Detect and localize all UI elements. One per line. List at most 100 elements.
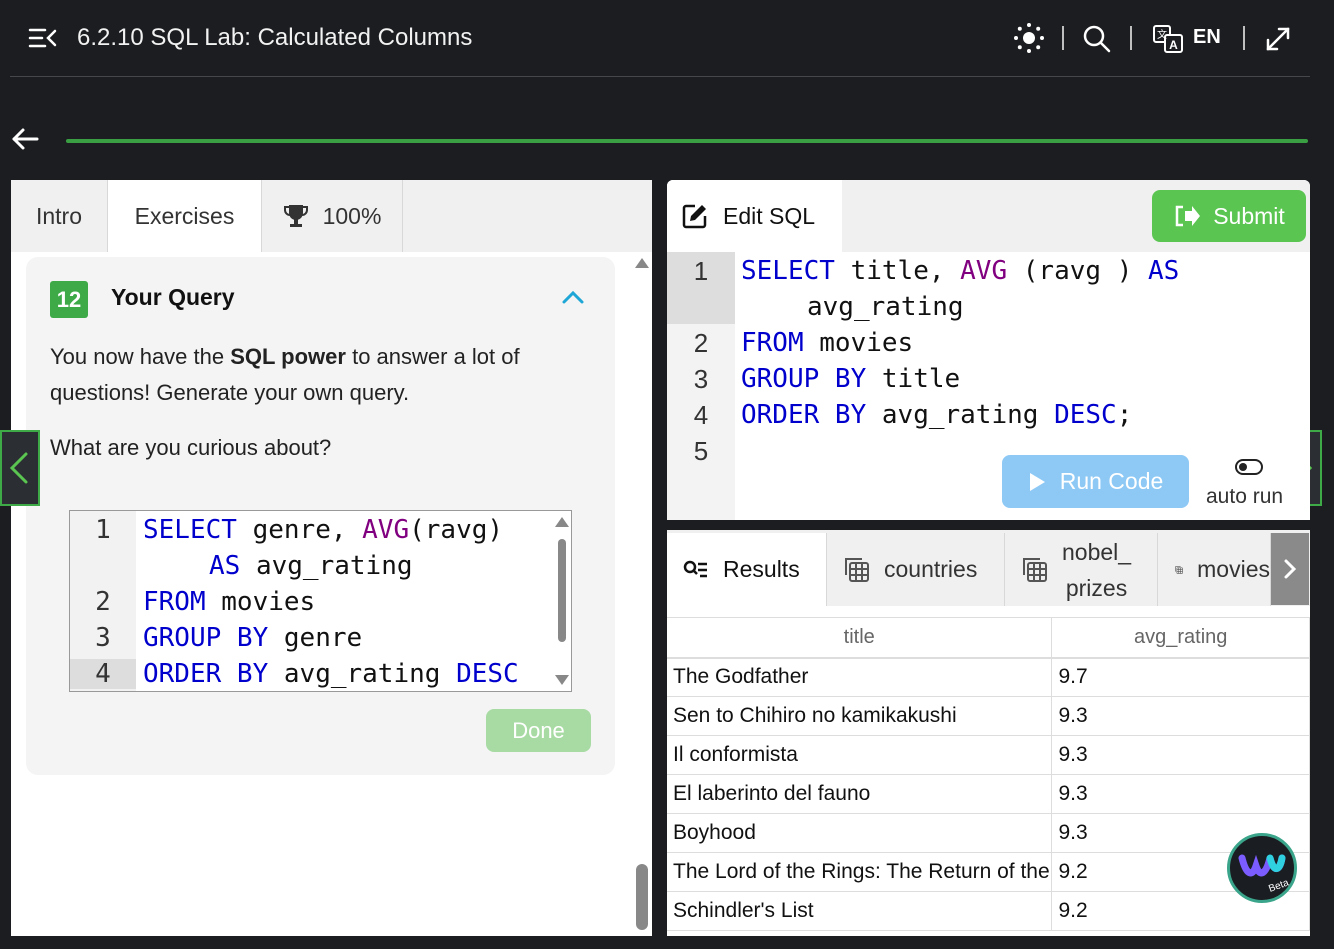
code-text: movies (803, 328, 914, 358)
menu-collapse-icon[interactable] (28, 26, 58, 50)
column-header[interactable]: title (667, 617, 1053, 659)
line-number: 5 (693, 436, 709, 466)
sql-editor-panel: Edit SQL Submit 1 2 3 4 5 SELECT title, … (667, 180, 1310, 520)
tab-edit-sql-label: Edit SQL (723, 202, 816, 229)
keyword: ORDER BY (143, 659, 269, 689)
table-icon (1023, 557, 1047, 582)
keyword: AS (1148, 256, 1180, 286)
table-cell: Il conformista (667, 735, 1053, 775)
column-header[interactable]: avg_rating (1051, 617, 1310, 659)
tab-intro[interactable]: Intro (11, 180, 108, 252)
assistant-beta-button[interactable]: Beta (1227, 833, 1297, 903)
auto-run-toggle[interactable]: auto run (1202, 455, 1302, 515)
tab-countries[interactable]: countries (828, 533, 1005, 606)
tab-results[interactable]: Results (667, 533, 827, 606)
table-cell: 9.3 (1051, 774, 1310, 814)
results-panel: Results countries nobel_ prizes movies t… (667, 530, 1310, 936)
code-line: GROUP BY genre (143, 623, 362, 653)
results-tab-bar: Results countries nobel_ prizes movies (667, 530, 1310, 606)
function: AVG (960, 256, 1008, 286)
instructions-panel: Intro Exercises 100% 12 Your Query You n… (11, 180, 652, 936)
answer-code-editor[interactable]: 1 2 3 4 SELECT genre, AVG(ravg) AS avg_r… (69, 510, 572, 692)
keyword: DESC (1054, 400, 1117, 430)
description-text: You now have the (50, 344, 231, 369)
line-number: 1 (667, 252, 735, 324)
tabs-scroll-right-button[interactable] (1271, 533, 1309, 605)
table-cell: Boyhood (667, 813, 1053, 853)
table-row: Schindler's List 9.2 (667, 891, 1310, 931)
table-cell: 9.3 (1051, 735, 1310, 775)
tab-exercises[interactable]: Exercises (108, 180, 262, 252)
language-label[interactable]: EN (1193, 26, 1221, 49)
done-button[interactable]: Done (486, 709, 591, 752)
tab-movies[interactable]: movies (1159, 533, 1271, 606)
toggle-switch-icon (1235, 459, 1263, 475)
top-bar: 6.2.10 SQL Lab: Calculated Columns A 文 E… (10, 0, 1310, 77)
tab-label-line: nobel_ (1062, 538, 1132, 565)
line-number: 2 (95, 587, 111, 617)
run-code-button[interactable]: Run Code (1002, 455, 1189, 508)
score-label: 100% (322, 202, 382, 229)
line-number: 3 (693, 364, 709, 394)
exercise-question: What are you curious about? (50, 435, 332, 460)
code-line: AS avg_rating (209, 551, 413, 581)
table-cell: Sen to Chihiro no kamikakushi (667, 696, 1053, 736)
translate-icon[interactable]: A 文 (1152, 24, 1184, 54)
code-text: movies (205, 587, 316, 617)
play-icon (1029, 472, 1045, 491)
auto-run-label: auto run (1206, 485, 1284, 508)
tab-results-label: Results (723, 556, 800, 582)
code-line: SELECT title, AVG (ravg ) AS (741, 256, 1179, 286)
fullscreen-icon[interactable] (1264, 25, 1292, 53)
tab-exercises-label: Exercises (134, 202, 235, 229)
table-row: Sen to Chihiro no kamikakushi 9.3 (667, 696, 1310, 736)
code-line: FROM movies (143, 587, 315, 617)
table-cell: The Lord of the Rings: The Return of the… (667, 852, 1053, 892)
exercise-description: You now have the SQL power to answer a l… (50, 339, 600, 411)
code-text: avg_rating (866, 400, 1055, 430)
line-number: 2 (693, 328, 709, 358)
beta-label: Beta (1267, 877, 1291, 895)
code-text: ; (1116, 400, 1133, 430)
tab-edit-sql[interactable]: Edit SQL (667, 180, 842, 252)
description-bold: SQL power (230, 344, 346, 369)
code-text: (ravg) (409, 515, 504, 545)
tab-nobel-prizes-label: nobel_ prizes (1062, 534, 1131, 606)
svg-text:文: 文 (1157, 28, 1167, 41)
edit-icon (682, 204, 707, 229)
submit-label: Submit (1213, 202, 1285, 229)
table-row: El laberinto del fauno 9.3 (667, 774, 1310, 814)
table-cell: Schindler's List (667, 891, 1053, 931)
exercise-number-badge: 12 (50, 281, 88, 318)
query-results-icon (683, 560, 707, 577)
search-icon[interactable] (1082, 24, 1112, 54)
table-row: The Godfather 9.7 (667, 657, 1310, 697)
keyword: FROM (741, 328, 804, 358)
instructions-tabs: Intro Exercises 100% (11, 180, 652, 252)
back-arrow-icon[interactable] (10, 124, 40, 154)
table-icon (1175, 565, 1183, 574)
chevron-up-icon[interactable] (561, 289, 585, 305)
exercise-card: 12 Your Query You now have the SQL power… (26, 257, 615, 775)
panel-scrollbar[interactable] (632, 252, 652, 936)
previous-exercise-button[interactable] (0, 430, 40, 506)
submit-arrow-icon (1175, 205, 1201, 227)
editor-tab-bar: Edit SQL Submit (667, 180, 1310, 252)
tab-movies-label: movies (1197, 556, 1270, 582)
code-line: GROUP BY title (741, 364, 960, 394)
table-header-row: title avg_rating (667, 617, 1310, 659)
line-number: 4 (70, 659, 136, 689)
submit-button[interactable]: Submit (1152, 190, 1306, 242)
table-cell: 9.7 (1051, 657, 1310, 697)
tab-nobel-prizes[interactable]: nobel_ prizes (1006, 533, 1158, 606)
keyword: DESC (456, 659, 519, 689)
page-title: 6.2.10 SQL Lab: Calculated Columns (77, 24, 473, 51)
tab-score[interactable]: 100% (262, 180, 403, 252)
table-row: The Lord of the Rings: The Return of the… (667, 852, 1310, 892)
editor-scrollbar[interactable] (553, 511, 571, 691)
code-text: avg_rating (268, 659, 457, 689)
run-code-label: Run Code (1059, 468, 1164, 494)
divider (1130, 26, 1132, 50)
table-row: Boyhood 9.3 (667, 813, 1310, 853)
brightness-icon[interactable] (1013, 22, 1045, 54)
